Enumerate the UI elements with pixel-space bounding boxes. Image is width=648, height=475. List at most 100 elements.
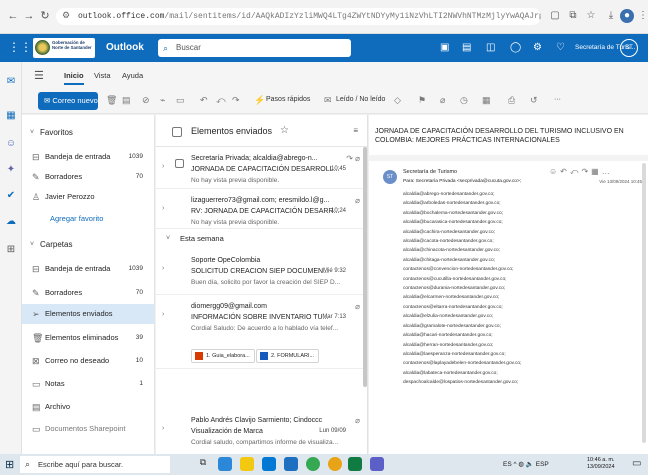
chrome-alt-icon[interactable] (328, 457, 342, 471)
bookmark-icon[interactable]: ☆ (584, 9, 598, 23)
folder-drafts[interactable]: ✎ Borradores 70 (22, 283, 154, 303)
report-icon[interactable]: ⊘ (142, 95, 150, 106)
people-icon[interactable]: ☺ (0, 138, 22, 149)
attachment-chip[interactable]: 1. Guia_elabora... (191, 349, 255, 363)
windows-start-icon[interactable]: ⊞ (5, 458, 14, 471)
recipient-address[interactable]: alcaldia@bochalema-nortedesantander.gov.… (403, 209, 603, 218)
back-icon[interactable]: ← (6, 9, 20, 23)
read-unread-label[interactable]: Leído / No leído (336, 96, 385, 103)
profile-icon[interactable]: ● (620, 9, 634, 23)
hamburger-icon[interactable]: ☰ (34, 69, 44, 82)
recipient-address[interactable]: alcaldia@elzulia-nortedesantander.gov.co… (403, 312, 603, 321)
reply-all-icon[interactable]: ⤺ (570, 167, 582, 176)
reply-all-icon[interactable]: ⤺ (216, 95, 226, 106)
favorite-person[interactable]: ♙ Javier Perozzo (22, 187, 154, 207)
recipient-address[interactable]: contactenos@durania-nortedesantander.gov… (403, 284, 603, 293)
filter-icon[interactable]: ≡ (353, 126, 358, 135)
recipient-address[interactable]: alcaldia@elcarmen-nortedesantander.gov.c… (403, 293, 603, 302)
volume-icon[interactable]: 🔈 (526, 461, 536, 468)
expand-icon[interactable]: › (162, 425, 164, 432)
folder-archive[interactable]: ▤ Archivo (22, 397, 154, 417)
calendar-icon[interactable]: ▦ (0, 110, 22, 121)
folder-inbox[interactable]: ⊟ Bandeja de entrada 1039 (22, 259, 154, 279)
recipient-address[interactable]: alcaldia@cachira-nortedesantander.gov.co… (403, 228, 603, 237)
list-item[interactable]: › Secretaría Privada; alcaldia@abrego-n.… (156, 149, 367, 189)
taskbar-search[interactable]: ⌕ Escribe aquí para buscar. (20, 456, 170, 473)
list-item[interactable]: › lizaguerrero73@gmail.com; eresmildo.l@… (156, 191, 367, 229)
attachment-chip[interactable]: 2. FORMULARI... (256, 349, 320, 363)
tag-icon[interactable]: ◇ (394, 95, 401, 106)
folder-sent[interactable]: ➢ Elementos enviados (22, 304, 154, 324)
teams-icon[interactable]: ▤ (462, 42, 471, 53)
file-explorer-icon[interactable] (240, 457, 254, 471)
select-all-checkbox[interactable] (172, 127, 182, 137)
recipient-address[interactable]: alcaldia@chitaga-nortedesantander.gov.co… (403, 256, 603, 265)
sender-name[interactable]: Secretaría de Turismo (403, 169, 457, 175)
print-icon[interactable]: ⎙ (508, 95, 515, 106)
apps-icon[interactable]: ▦ (591, 167, 602, 176)
policy-icon[interactable]: ▦ (482, 95, 491, 106)
tab-inicio[interactable]: Inicio (64, 71, 84, 85)
tray-lang[interactable]: ES (503, 461, 512, 468)
recipient-address[interactable]: despachoalcalde@lospatios-nortedesantand… (403, 378, 603, 387)
teams-app-icon[interactable]: ✦ (0, 164, 22, 175)
folder-deleted[interactable]: 🗑 Elementos eliminados 39 (22, 328, 154, 348)
favorites-header[interactable]: ˅ Favoritos (22, 123, 154, 143)
recipient-address[interactable]: contactenos@cucutilla-nortedesantander.g… (403, 275, 603, 284)
forward-mail-icon[interactable]: ↷ (581, 167, 591, 176)
store-icon[interactable] (262, 457, 276, 471)
forward-mail-icon[interactable]: ↷ (232, 95, 240, 106)
archive-icon[interactable]: ▤ (122, 95, 131, 106)
folder-sharepoint[interactable]: ▭ Documentos Sharepoint (22, 419, 154, 439)
delete-icon[interactable]: 🗑 (106, 95, 117, 106)
reading-scrollbar[interactable] (642, 163, 646, 443)
expand-icon[interactable]: › (162, 205, 164, 212)
download-icon[interactable]: ⤓ (604, 9, 618, 23)
tab-vista[interactable]: Vista (94, 71, 111, 80)
quick-steps-icon[interactable]: ⚡ (254, 95, 265, 106)
forward-icon[interactable]: → (22, 9, 36, 23)
site-info-icon[interactable]: ⚙ (62, 8, 70, 25)
tray-kbd[interactable]: ESP (536, 461, 549, 468)
forward-mail-icon[interactable]: ↷ ⌀ (346, 154, 360, 163)
recipient-address[interactable]: contactenos@convencion-nortedesantander.… (403, 265, 603, 274)
recipient-address[interactable]: alcaldia@arboledas-nortedesantander.gov.… (403, 199, 603, 208)
chrome-icon[interactable] (306, 457, 320, 471)
favorite-star-icon[interactable]: ☆ (280, 125, 289, 136)
edge-icon[interactable] (218, 457, 232, 471)
react-icon[interactable]: ☺ (549, 167, 560, 176)
app-launcher-icon[interactable]: ⋮⋮ (8, 40, 32, 54)
recipient-address[interactable]: alcaldia@herran-nortedesantander.gov.co; (403, 341, 603, 350)
task-view-icon[interactable]: ⧉ (196, 457, 210, 471)
folder-junk[interactable]: ⊠ Correo no deseado 10 (22, 351, 154, 371)
more-icon[interactable]: … (602, 167, 613, 176)
search-box[interactable]: ⌕ Buscar (158, 39, 351, 57)
network-icon[interactable]: ◍ (518, 461, 525, 468)
recipient-address[interactable]: contactenos@laplayadebelen-nortedesantan… (403, 359, 603, 368)
list-scrollbar[interactable] (363, 147, 367, 387)
snooze-icon[interactable]: ◷ (460, 95, 468, 106)
notification-center-icon[interactable]: ▭ (632, 458, 641, 469)
recipient-address[interactable]: alcaldia@cacota-nortedesantander.gov.co; (403, 237, 603, 246)
tips-icon[interactable]: ♡ (556, 42, 565, 53)
notifications-icon[interactable]: ◯ (510, 42, 521, 53)
undo-icon[interactable]: ↺ (530, 95, 538, 106)
expand-icon[interactable]: › (162, 265, 164, 272)
meet-icon[interactable]: ▣ (440, 42, 449, 53)
whiteboard-icon[interactable]: ◫ (486, 42, 495, 53)
teams-taskbar-icon[interactable] (370, 457, 384, 471)
app-name[interactable]: Outlook (106, 42, 144, 53)
excel-icon[interactable] (348, 457, 362, 471)
folders-header[interactable]: ˅ Carpetas (22, 235, 154, 255)
quick-steps-label[interactable]: Pasos rápidos (266, 96, 310, 103)
tab-icon[interactable]: ▢ (548, 9, 562, 23)
new-mail-button[interactable]: ✉ Correo nuevo ˅ (38, 92, 98, 123)
todo-icon[interactable]: ✔ (0, 190, 22, 201)
expand-icon[interactable]: › (162, 311, 164, 318)
list-item[interactable]: › diomergg09@gmail.com INFORMACIÓN SOBRE… (156, 297, 367, 369)
apps-icon[interactable]: ⊞ (0, 244, 22, 255)
avatar[interactable]: ST (620, 39, 638, 57)
recipient-address[interactable]: alcaldia@labateca-nortedesantander.gov.c… (403, 369, 603, 378)
reload-icon[interactable]: ↻ (38, 9, 52, 23)
clock[interactable]: 10:46 a. m. 13/09/2024 (587, 457, 615, 471)
